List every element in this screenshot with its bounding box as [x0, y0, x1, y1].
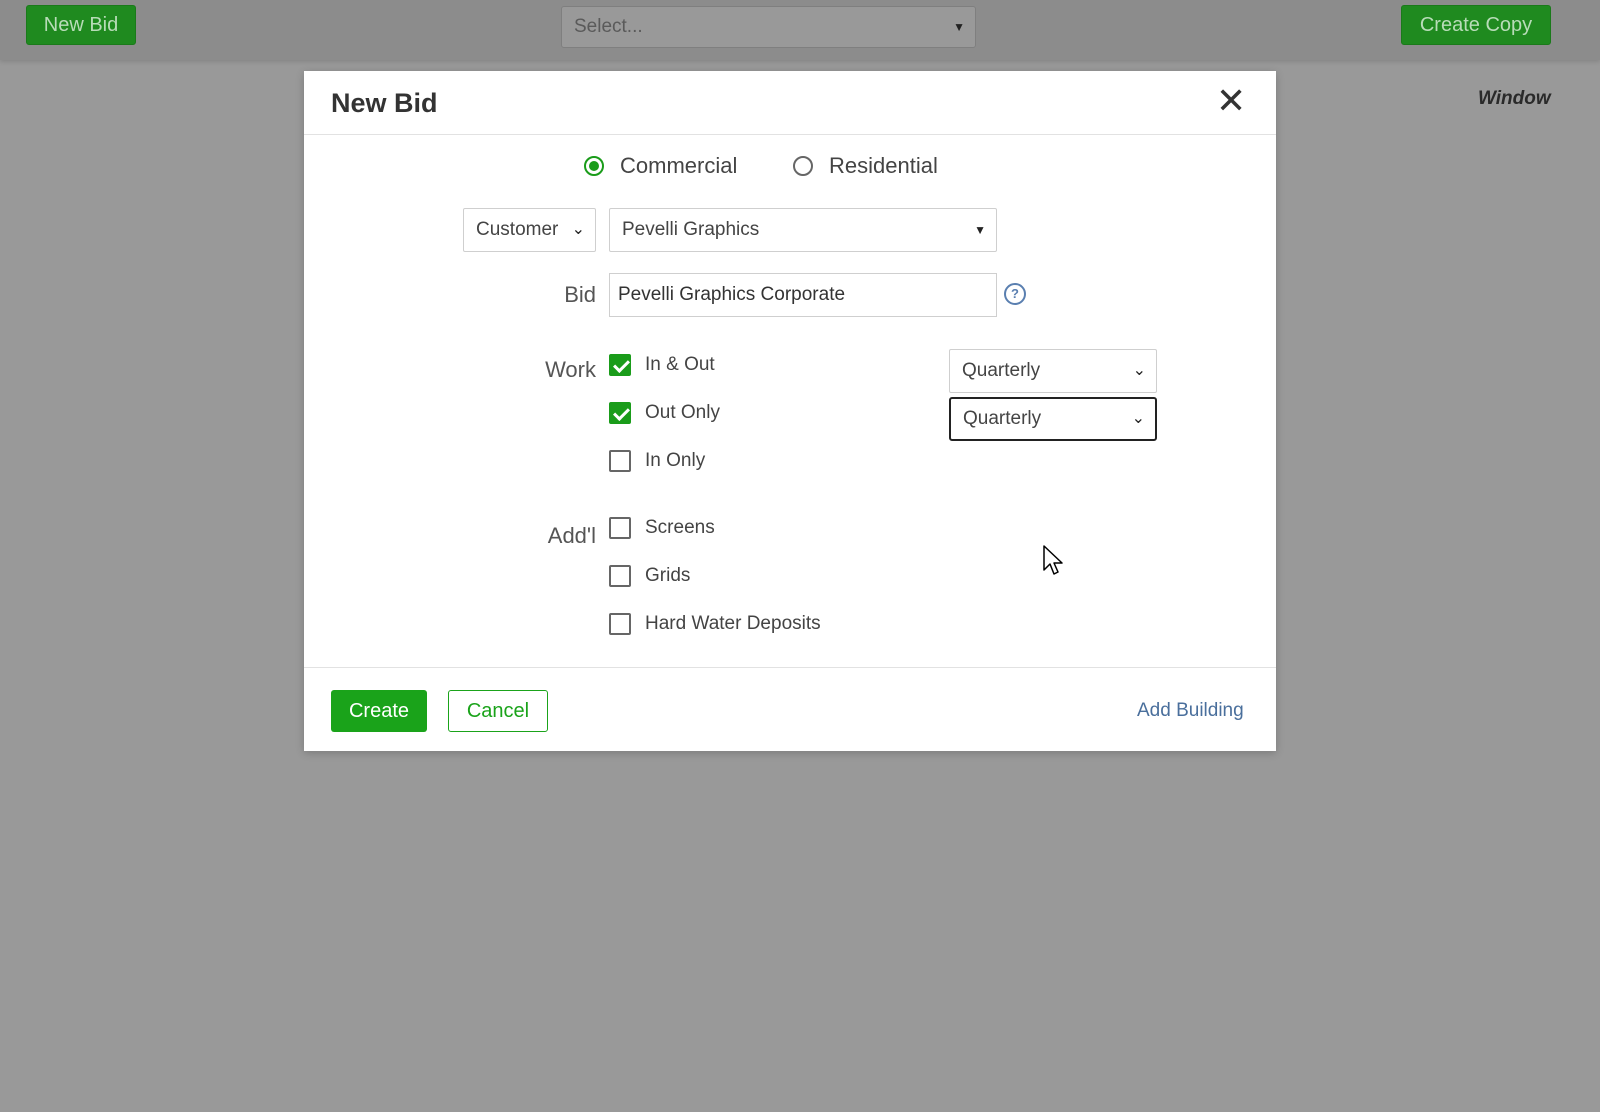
chevron-down-icon: ⌄: [571, 221, 585, 238]
chevron-down-icon: ⌄: [1132, 362, 1146, 379]
addl-grids-option[interactable]: Grids: [609, 565, 690, 587]
work-in-out-label: In & Out: [645, 354, 715, 375]
checkbox-checked-icon[interactable]: [609, 354, 631, 376]
in-out-frequency-value: Quarterly: [962, 360, 1041, 381]
checkbox-unchecked-icon[interactable]: [609, 517, 631, 539]
radio-residential[interactable]: Residential: [793, 153, 938, 179]
create-copy-button[interactable]: Create Copy: [1401, 5, 1551, 45]
checkbox-unchecked-icon[interactable]: [609, 450, 631, 472]
bid-name-input[interactable]: Pevelli Graphics Corporate: [609, 273, 997, 317]
mouse-pointer-icon: [1043, 545, 1063, 575]
checkbox-unchecked-icon[interactable]: [609, 565, 631, 587]
customer-type-select[interactable]: Customer ⌄: [463, 208, 596, 252]
new-bid-modal: New Bid ✕ Commercial Residential Custome…: [304, 71, 1276, 751]
modal-header: New Bid ✕: [304, 71, 1276, 135]
radio-commercial-label: Commercial: [620, 153, 738, 178]
close-icon[interactable]: ✕: [1216, 83, 1246, 119]
out-only-frequency-value: Quarterly: [963, 408, 1042, 429]
work-in-out-option[interactable]: In & Out: [609, 354, 715, 376]
in-out-frequency-select[interactable]: Quarterly ⌄: [949, 349, 1157, 393]
checkbox-unchecked-icon[interactable]: [609, 613, 631, 635]
bid-label: Bid: [564, 282, 596, 307]
bid-select-placeholder: Select...: [574, 16, 643, 37]
addl-screens-label: Screens: [645, 517, 715, 538]
company-select-value: Pevelli Graphics: [622, 219, 760, 240]
question-circle-icon[interactable]: ?: [1004, 283, 1026, 305]
window-label: Window: [1478, 88, 1551, 109]
modal-title: New Bid: [331, 88, 438, 118]
addl-screens-option[interactable]: Screens: [609, 517, 715, 539]
new-bid-button[interactable]: New Bid: [26, 5, 136, 45]
cancel-button[interactable]: Cancel: [448, 690, 548, 732]
bid-select-dropdown[interactable]: Select... ▼: [561, 6, 976, 48]
customer-type-value: Customer: [476, 219, 559, 240]
work-in-only-option[interactable]: In Only: [609, 450, 705, 472]
top-toolbar: New Bid Select... ▼ Create Copy: [0, 0, 1600, 60]
caret-down-icon: ▼: [953, 20, 965, 34]
work-out-only-option[interactable]: Out Only: [609, 402, 720, 424]
work-out-only-label: Out Only: [645, 402, 720, 423]
chevron-down-icon: ⌄: [1131, 410, 1145, 427]
radio-commercial[interactable]: Commercial: [584, 153, 737, 179]
out-only-frequency-select[interactable]: Quarterly ⌄: [949, 397, 1157, 441]
addl-hard-water-label: Hard Water Deposits: [645, 613, 821, 634]
caret-down-icon: ▼: [974, 223, 986, 237]
radio-residential-label: Residential: [829, 153, 938, 178]
checkbox-checked-icon[interactable]: [609, 402, 631, 424]
radio-button-icon[interactable]: [793, 156, 813, 176]
add-building-link[interactable]: Add Building: [1137, 700, 1244, 722]
work-label: Work: [545, 357, 596, 382]
radio-button-icon[interactable]: [584, 156, 604, 176]
company-select[interactable]: Pevelli Graphics ▼: [609, 208, 997, 252]
create-button[interactable]: Create: [331, 690, 427, 732]
addl-hard-water-option[interactable]: Hard Water Deposits: [609, 613, 821, 635]
work-in-only-label: In Only: [645, 450, 706, 471]
addl-label: Add'l: [547, 523, 596, 548]
addl-grids-label: Grids: [645, 565, 691, 586]
modal-footer: Create Cancel Add Building: [304, 667, 1276, 752]
